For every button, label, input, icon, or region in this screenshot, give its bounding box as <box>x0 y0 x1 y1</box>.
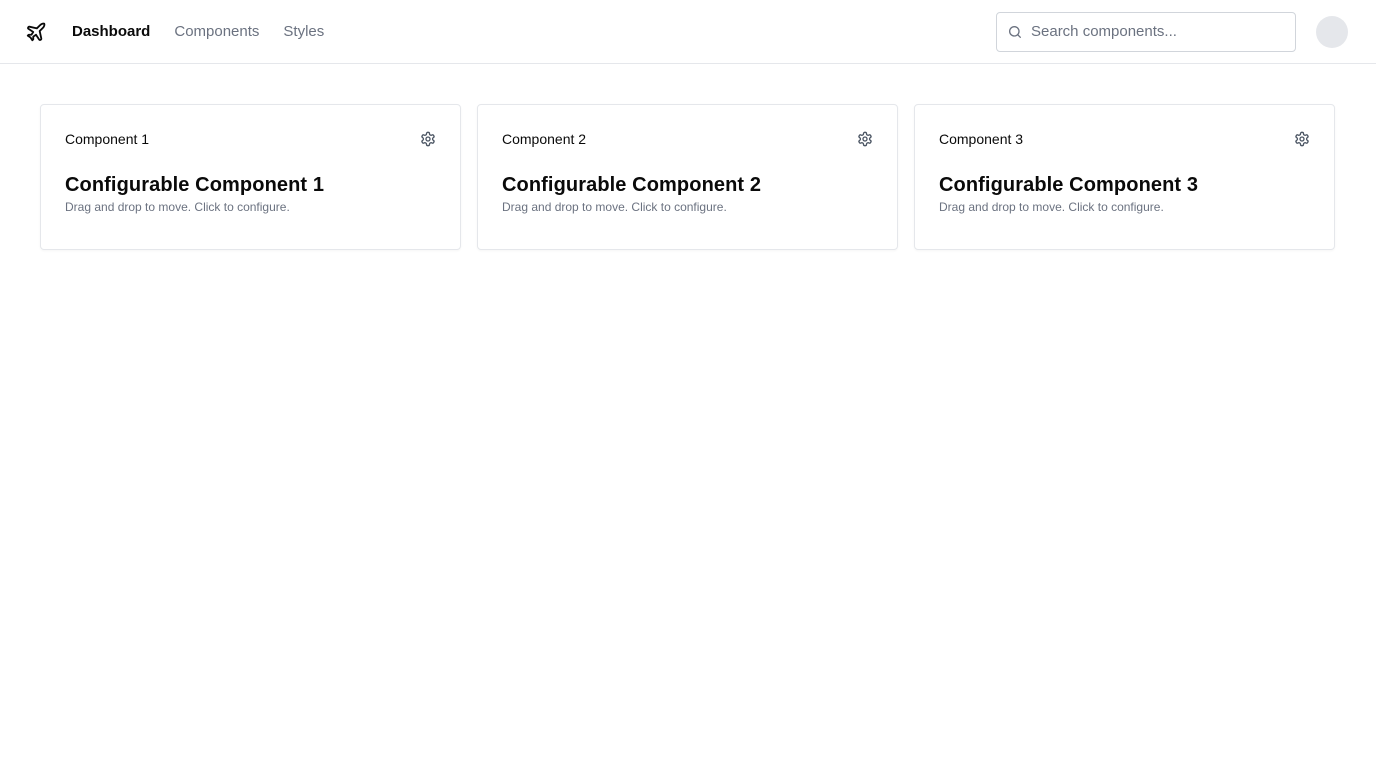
dashboard-grid: Component 1 Configurable Component 1 Dra… <box>0 64 1376 250</box>
search-icon <box>1007 24 1023 40</box>
gear-icon[interactable] <box>1294 131 1310 147</box>
card-label: Component 3 <box>939 131 1024 147</box>
card-description: Drag and drop to move. Click to configur… <box>502 200 727 214</box>
card-description: Drag and drop to move. Click to configur… <box>65 200 290 214</box>
component-card-1[interactable]: Component 1 Configurable Component 1 Dra… <box>40 104 461 250</box>
main-nav: Dashboard Components Styles <box>72 23 324 40</box>
card-title: Configurable Component 3 <box>939 174 1199 196</box>
card-header: Component 1 <box>65 129 436 149</box>
card-title: Configurable Component 2 <box>502 174 762 196</box>
card-title: Configurable Component 1 <box>65 174 325 196</box>
plane-icon[interactable] <box>24 20 48 44</box>
search-box[interactable] <box>996 11 1296 52</box>
card-label: Component 1 <box>65 131 150 147</box>
gear-icon[interactable] <box>857 131 873 147</box>
nav-link-styles[interactable]: Styles <box>283 23 324 40</box>
component-card-2[interactable]: Component 2 Configurable Component 2 Dra… <box>477 104 898 250</box>
card-label: Component 2 <box>502 131 587 147</box>
card-header: Component 2 <box>502 129 873 149</box>
search-input[interactable] <box>1031 23 1285 40</box>
gear-icon[interactable] <box>420 131 436 147</box>
nav-link-components[interactable]: Components <box>174 23 259 40</box>
top-navbar: Dashboard Components Styles <box>0 0 1376 64</box>
card-header: Component 3 <box>939 129 1310 149</box>
card-description: Drag and drop to move. Click to configur… <box>939 200 1164 214</box>
nav-link-dashboard[interactable]: Dashboard <box>72 23 150 40</box>
avatar[interactable] <box>1316 15 1348 48</box>
component-card-3[interactable]: Component 3 Configurable Component 3 Dra… <box>914 104 1335 250</box>
